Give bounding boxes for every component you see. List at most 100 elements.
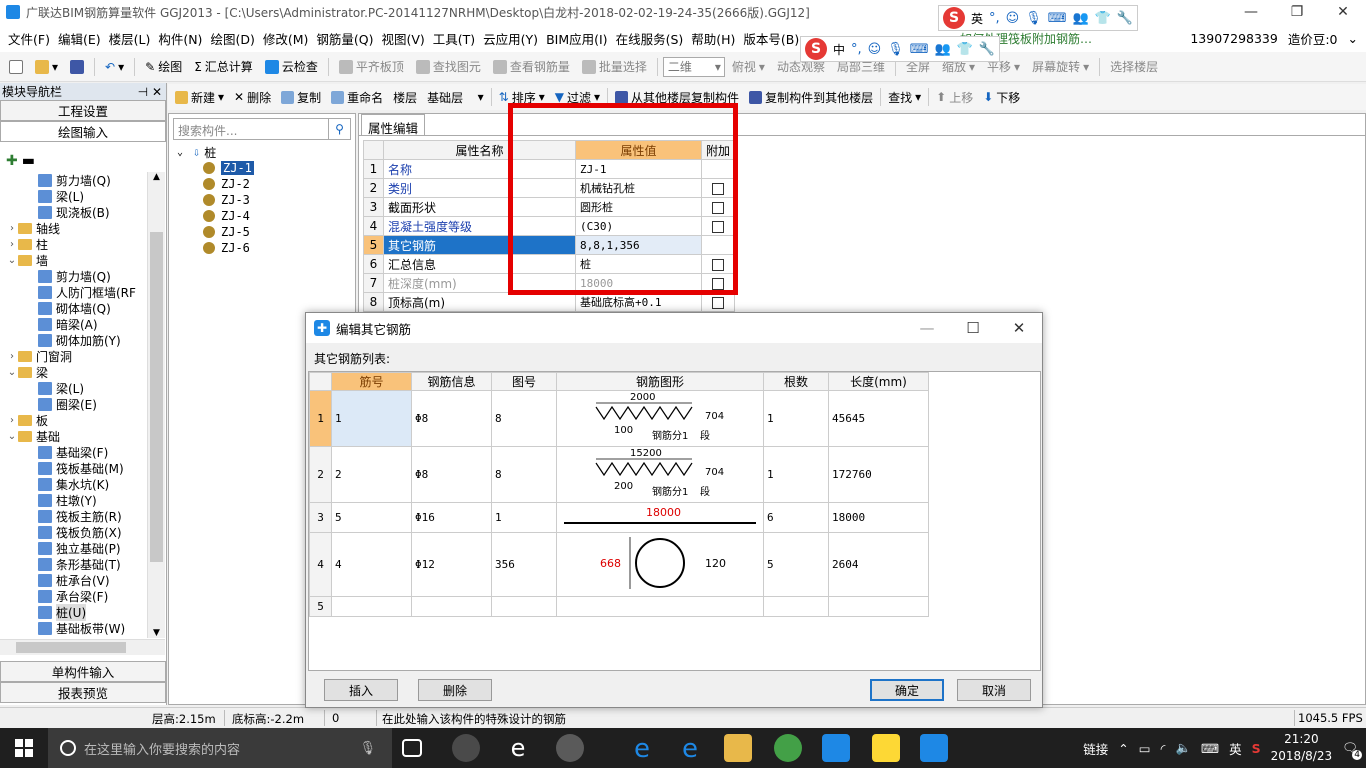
rebar-length[interactable]: 18000 (828, 502, 929, 533)
rebar-row[interactable]: 5 (309, 596, 929, 617)
task-view-icon[interactable] (402, 739, 422, 757)
rebar-count[interactable]: 6 (763, 502, 829, 533)
component-search-input[interactable]: 搜索构件... (173, 118, 329, 140)
nav-tree-item[interactable]: ⌄ 梁 (0, 364, 147, 380)
find-button[interactable]: 查找 ▾ (885, 87, 924, 108)
flush-slab-button[interactable]: 平齐板顶 (334, 56, 409, 77)
cloud-check-button[interactable]: 云检查 (260, 56, 323, 77)
microphone-icon[interactable]: 🎙 (359, 741, 376, 756)
windows-start-icon[interactable] (0, 728, 48, 768)
component-item[interactable]: ZJ-3 (177, 192, 355, 208)
draw-button[interactable]: ✎ 绘图 (140, 56, 187, 77)
sum-calc-button[interactable]: Σ 汇总计算 (189, 56, 258, 77)
nav-tree-item[interactable]: 筏板主筋(R) (0, 508, 147, 524)
ime-toolbar[interactable]: S 英 °, ☺ 🎙 ⌨ 👥 👕 🔧 (938, 5, 1139, 31)
select-floor-button[interactable]: 选择楼层 (1105, 56, 1163, 77)
menu-draw[interactable]: 绘图(D) (206, 29, 258, 48)
nav-tree-item[interactable]: 柱墩(Y) (0, 492, 147, 508)
nav-tree-item[interactable]: 筏板基础(M) (0, 460, 147, 476)
chevron-right-icon[interactable]: › (6, 239, 18, 250)
menu-help[interactable]: 帮助(H) (687, 29, 739, 48)
ime-punct-icon[interactable]: °, (989, 11, 1000, 26)
rebar-row[interactable]: 4 4 Φ12 356 668 120 5 2604 (309, 532, 929, 597)
nav-tree-item[interactable]: › 门窗洞 (0, 348, 147, 364)
cancel-button[interactable]: 取消 (957, 679, 1031, 701)
nav-tree-item[interactable]: 桩(U) (0, 603, 147, 621)
ime-lang[interactable]: 英 (971, 10, 983, 27)
rebar-shape-cell[interactable]: 18000 (556, 502, 764, 533)
battery-icon[interactable]: ▭ (1139, 741, 1151, 756)
taskbar-search[interactable]: 在这里输入你要搜索的内容 🎙 (48, 728, 392, 768)
rebar-shape-cell[interactable] (556, 596, 764, 617)
rebar-figure-no[interactable]: 8 (491, 390, 557, 447)
browser-icon[interactable] (556, 734, 584, 762)
chevron-right-icon[interactable]: › (6, 223, 18, 234)
insert-button[interactable]: 插入 (324, 679, 398, 701)
rebar-bar-no[interactable]: 4 (331, 532, 412, 597)
copy-to-floor-button[interactable]: 复制构件到其他楼层 (746, 87, 876, 108)
rename-button[interactable]: 重命名 (328, 87, 386, 108)
new-component-button[interactable]: 新建 ▾ (172, 87, 227, 108)
ime-shirt-icon[interactable]: 👕 (1095, 11, 1111, 26)
ime-mic-icon[interactable]: 🎙 (1025, 11, 1042, 26)
chevron-down-icon[interactable]: ⌄ (6, 367, 18, 378)
find-element-button[interactable]: 查找图元 (411, 56, 486, 77)
file-explorer-icon[interactable] (724, 734, 752, 762)
view-rebar-button[interactable]: 查看钢筋量 (488, 56, 575, 77)
move-up-button[interactable]: ⬆ 上移 (933, 87, 976, 108)
nav-tree-item[interactable]: 暗梁(A) (0, 316, 147, 332)
nav-tree-item[interactable]: 条形基础(T) (0, 556, 147, 572)
property-row[interactable]: 8 顶标高(m) 基础底标高+0.1 (363, 292, 736, 312)
rebar-bar-no[interactable]: 2 (331, 446, 412, 503)
edge-browser-icon[interactable]: e (628, 734, 656, 764)
nav-tree-item[interactable]: 圈梁(E) (0, 396, 147, 412)
nav-tree-item[interactable]: 筏板负筋(X) (0, 524, 147, 540)
rebar-length[interactable]: 172760 (828, 446, 929, 503)
scroll-up-icon[interactable]: ▲ (148, 172, 165, 182)
rebar-row[interactable]: 2 2 Φ8 8 15200 200 704 钢筋分1 段 1 172760 (309, 446, 929, 503)
rebar-length[interactable]: 2604 (828, 532, 929, 597)
ime-toolbar-secondary[interactable]: S 中 °, ☺ 🎙 ⌨ 👥 👕 🔧 (800, 36, 1001, 62)
move-down-button[interactable]: ⬇ 下移 (980, 87, 1023, 108)
rebar-row[interactable]: 1 1 Φ8 8 2000 100 704 钢筋分1 段 1 45645 (309, 390, 929, 447)
rebar-figure-no[interactable]: 1 (491, 502, 557, 533)
sogou-tray-icon[interactable]: S (1252, 741, 1261, 756)
nav-tree-hscrollbar[interactable] (0, 639, 165, 655)
ime-keyboard-icon[interactable]: ⌨ (910, 42, 929, 57)
rebar-count[interactable]: 5 (763, 532, 829, 597)
component-item[interactable]: ZJ-4 (177, 208, 355, 224)
nav-tree-item[interactable]: 独立基础(P) (0, 540, 147, 556)
minimize-icon[interactable]: — (904, 313, 950, 343)
rebar-info[interactable] (411, 596, 492, 617)
chevron-up-icon[interactable]: ⌃ (1118, 741, 1128, 756)
ime-smile-icon[interactable]: ☺ (1006, 11, 1020, 26)
menu-version[interactable]: 版本号(B) (739, 29, 803, 48)
chevron-down-icon[interactable]: ⌄ (6, 431, 18, 442)
menu-floor[interactable]: 楼层(L) (105, 29, 155, 48)
save-button[interactable] (65, 58, 89, 76)
rebar-info[interactable]: Φ12 (411, 532, 492, 597)
notes-app-icon[interactable] (872, 734, 900, 762)
nav-tree-item[interactable]: 集水坑(K) (0, 476, 147, 492)
report-preview-button[interactable]: 报表预览 (0, 682, 166, 703)
pin-close-icons[interactable]: ⊣ ✕ (138, 85, 162, 99)
chevron-right-icon[interactable]: › (6, 351, 18, 362)
nav-tree-item[interactable]: 基础梁(F) (0, 444, 147, 460)
menu-online[interactable]: 在线服务(S) (612, 29, 688, 48)
rebar-info[interactable]: Φ8 (411, 390, 492, 447)
rebar-shape-cell[interactable]: 668 120 (556, 532, 764, 597)
view-mode-select[interactable]: 二维 ▾ (662, 56, 725, 77)
nav-tree-item[interactable]: ⌄ 墙 (0, 252, 147, 268)
nav-tree-item[interactable]: 桩承台(V) (0, 572, 147, 588)
tray-ime[interactable]: 英 (1229, 739, 1242, 758)
volume-icon[interactable]: 🔈 (1175, 740, 1191, 756)
expand-all-icon[interactable]: ✚ (6, 153, 18, 169)
nav-tree-item[interactable]: 现浇板(B) (0, 204, 147, 220)
menu-edit[interactable]: 编辑(E) (54, 29, 105, 48)
maximize-icon[interactable]: ☐ (950, 313, 996, 343)
open-button[interactable]: ▾ (30, 58, 63, 76)
hscroll-thumb[interactable] (16, 642, 126, 653)
nav-tree-item[interactable]: 梁(L) (0, 188, 147, 204)
rebar-shape-cell[interactable]: 15200 200 704 钢筋分1 段 (556, 446, 764, 503)
ime-wrench-icon[interactable]: 🔧 (979, 42, 995, 57)
